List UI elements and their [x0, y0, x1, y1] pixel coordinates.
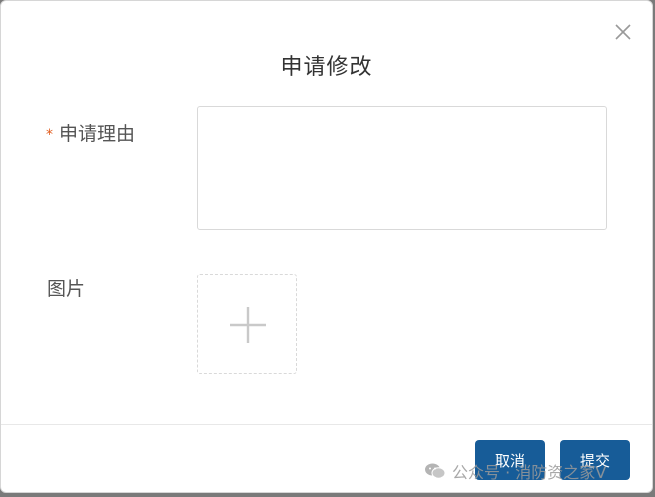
footer-divider: [1, 424, 652, 425]
reason-label: 申请理由: [59, 123, 136, 145]
wechat-icon: [425, 463, 446, 479]
reason-textarea[interactable]: [197, 106, 607, 230]
plus-icon: [230, 307, 266, 343]
reason-label-row: * 申请理由: [46, 119, 135, 146]
image-upload-box[interactable]: [197, 274, 297, 374]
apply-modify-dialog: 申请修改 * 申请理由 图片 取消 提交 公众号 · 消防资之家V: [0, 0, 653, 493]
watermark-text: 公众号 · 消防资之家V: [452, 463, 607, 482]
required-mark: *: [46, 127, 53, 143]
close-icon[interactable]: [614, 23, 632, 41]
image-label: 图片: [47, 278, 86, 300]
watermark: 公众号 · 消防资之家V: [424, 459, 606, 483]
dialog-title: 申请修改: [280, 55, 373, 80]
